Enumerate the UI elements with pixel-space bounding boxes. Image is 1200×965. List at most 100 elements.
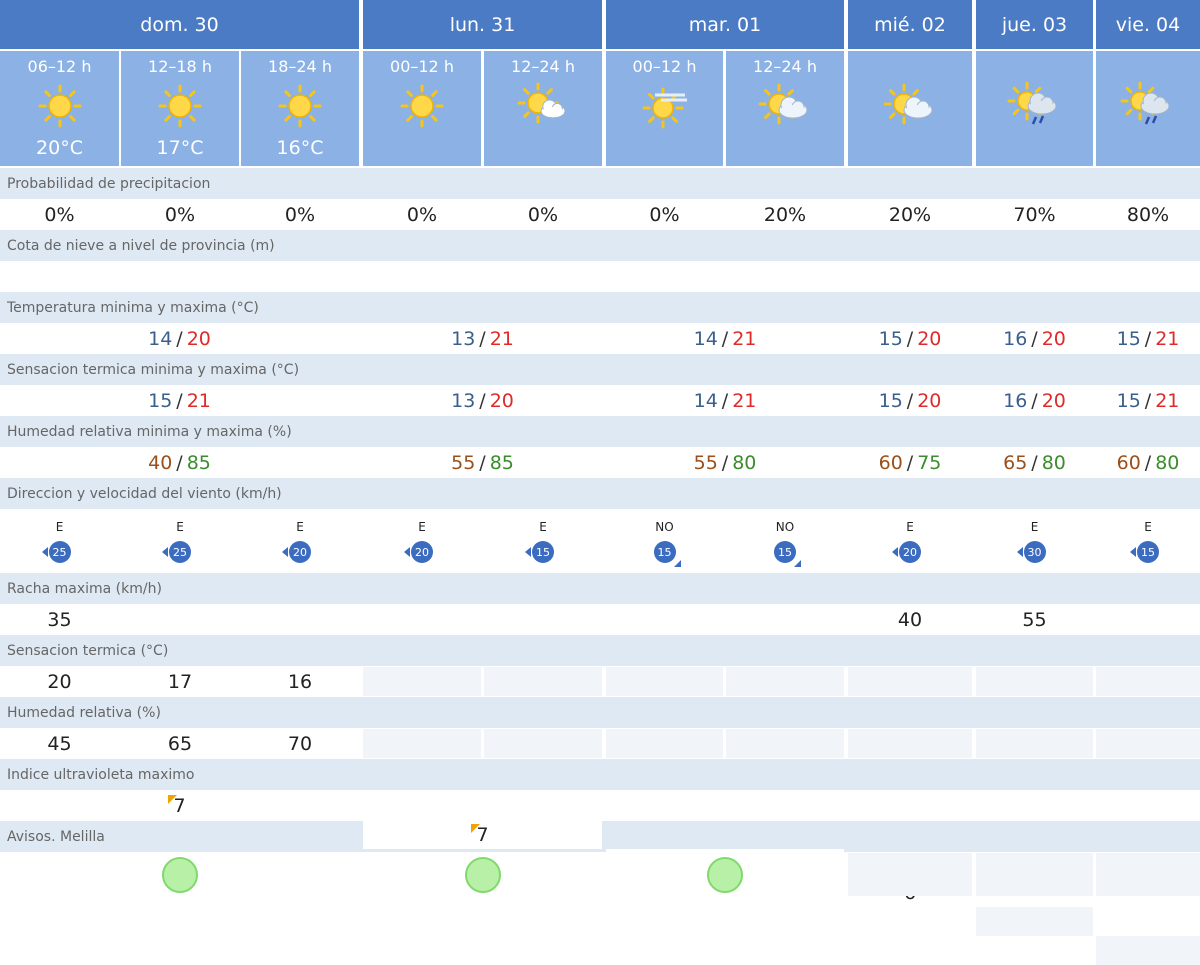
value-cell: 70: [241, 729, 359, 758]
min-value: 15: [148, 389, 173, 412]
separator: /: [721, 327, 729, 350]
alert-cell: [848, 853, 972, 896]
minmax-cell: 55/80: [606, 448, 844, 477]
uv-flag-icon: [471, 824, 480, 833]
separator: /: [479, 451, 486, 474]
value-cell: 20%: [848, 200, 972, 229]
wind-arrow-icon: [794, 560, 801, 567]
min-value: 14: [693, 327, 718, 350]
alert-green-icon: [464, 856, 501, 893]
value-cell: [848, 729, 972, 758]
sun-small-cloud-icon: [513, 81, 573, 135]
wind-arrow-icon: [892, 547, 898, 557]
minmax-cell: 60/75: [848, 448, 972, 477]
min-value: 13: [451, 327, 476, 350]
value-cell: [1096, 667, 1200, 696]
minmax-cell: 16/20: [976, 324, 1093, 353]
wind-direction: NO: [655, 520, 674, 534]
period-header: 00–12 h: [363, 51, 481, 166]
wind-arrow-icon: [1130, 547, 1136, 557]
wind-arrow-icon: [525, 547, 531, 557]
max-value: 80: [1041, 451, 1066, 474]
period-label: 18–24 h: [268, 57, 332, 76]
wind-speed-badge: 15: [774, 541, 801, 567]
day-header-0: dom. 30: [0, 0, 359, 49]
day-header-5: vie. 04: [1096, 0, 1200, 49]
uv-flag-icon: [168, 795, 177, 804]
wind-speed-badge: 15: [1130, 541, 1159, 563]
alert-green-icon: [707, 856, 743, 893]
value-cell: [976, 262, 1093, 291]
period-label: 12–18 h: [148, 57, 212, 76]
wind-cell: E 25: [0, 510, 119, 572]
value-cell: 16: [241, 667, 359, 696]
period-label: 06–12 h: [27, 57, 92, 76]
wind-direction: E: [539, 520, 547, 534]
minmax-cell: 55/85: [363, 448, 602, 477]
minmax-cell: 65/80: [976, 448, 1093, 477]
min-value: 14: [148, 327, 173, 350]
period-header: 18–24 h 16°C: [241, 51, 359, 166]
value-cell: 0%: [0, 200, 119, 229]
alert-green-icon: [161, 856, 198, 893]
sun-icon: [270, 81, 330, 135]
min-value: 15: [878, 327, 903, 350]
max-value: 20: [1041, 327, 1066, 350]
period-temp: 17°C: [156, 137, 204, 159]
wind-speed: 15: [657, 545, 672, 559]
value-cell: [1096, 605, 1200, 634]
wind-speed: 15: [1141, 545, 1155, 559]
day-header-1: lun. 31: [363, 0, 602, 49]
wind-speed-badge: 20: [892, 541, 921, 563]
separator: /: [1031, 451, 1038, 474]
value-cell: [976, 667, 1093, 696]
wind-speed: 15: [778, 545, 792, 559]
value-cell: 65: [121, 729, 239, 758]
value-cell: [606, 667, 723, 696]
wind-speed: 30: [1027, 545, 1042, 559]
value-cell: [726, 667, 844, 696]
min-value: 15: [1116, 389, 1141, 412]
value-cell: 80%: [1096, 200, 1200, 229]
wind-direction: NO: [775, 520, 795, 534]
period-header: [976, 51, 1093, 166]
wind-speed-badge: 30: [1016, 541, 1046, 563]
min-value: 40: [148, 451, 173, 474]
wind-cell: E 30: [976, 510, 1093, 572]
row-label-humidity: Humedad relativa minima y maxima (%): [0, 416, 1200, 447]
value-cell: [241, 262, 359, 291]
period-header: [848, 51, 972, 166]
max-value: 20: [186, 327, 211, 350]
wind-cell: E 20: [241, 510, 359, 572]
separator: /: [1144, 451, 1152, 474]
period-temp: 20°C: [36, 137, 83, 159]
max-value: 75: [917, 451, 942, 474]
row-label-feels_period: Sensacion termica (°C): [0, 635, 1200, 666]
min-value: 55: [693, 451, 718, 474]
wind-cell: E 25: [121, 510, 239, 572]
separator: /: [479, 327, 486, 350]
value-cell: 17: [121, 667, 239, 696]
minmax-cell: 14/21: [606, 386, 844, 415]
wind-speed: 20: [903, 545, 917, 559]
separator: /: [176, 451, 183, 474]
wind-direction: E: [418, 520, 426, 534]
alert-cell: [976, 853, 1093, 896]
min-value: 65: [1003, 451, 1028, 474]
wind-speed-badge: 20: [282, 541, 311, 563]
row-label-feels: Sensacion termica minima y maxima (°C): [0, 354, 1200, 385]
sun-haze-icon: [635, 81, 695, 135]
max-value: 80: [732, 451, 757, 474]
max-value: 21: [489, 327, 514, 350]
max-value: 80: [1155, 451, 1180, 474]
separator: /: [176, 327, 183, 350]
value-cell: [606, 605, 723, 634]
min-value: 14: [693, 389, 718, 412]
row-label-temp: Temperatura minima y maxima (°C): [0, 292, 1200, 323]
minmax-cell: 40/85: [0, 448, 359, 477]
uv-cell: [976, 907, 1093, 936]
wind-speed-badge: 15: [653, 541, 681, 567]
value-cell: [848, 262, 972, 291]
sun-cloud-icon: [880, 81, 940, 135]
separator: /: [721, 389, 729, 412]
